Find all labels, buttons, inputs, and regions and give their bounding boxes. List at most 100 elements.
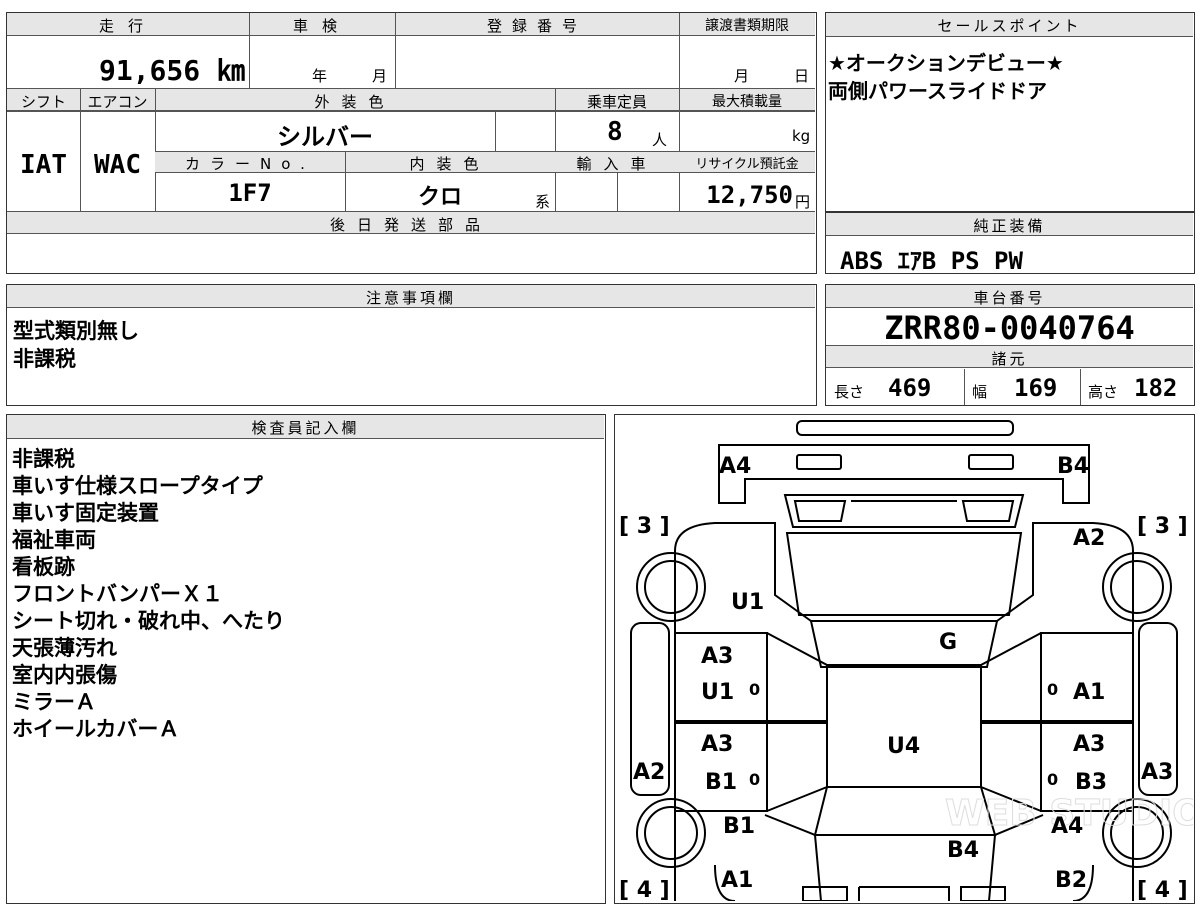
divider bbox=[1080, 369, 1081, 405]
mark-u1-hood: U1 bbox=[731, 590, 764, 615]
divider bbox=[617, 173, 618, 211]
capacity-value: 8 bbox=[607, 117, 623, 147]
mark-zero-lr: 0 bbox=[749, 770, 760, 789]
tire-fr bbox=[1102, 552, 1172, 622]
recycle-fee-value: 12,750 bbox=[706, 181, 793, 209]
mark-a4-rear: A4 bbox=[1051, 814, 1083, 839]
hood bbox=[785, 532, 1023, 616]
windshield bbox=[809, 620, 999, 668]
inspector-line: 非課税 bbox=[12, 447, 75, 471]
mark-zero-rf: 0 bbox=[1047, 680, 1058, 699]
sales-point-line: 両側パワースライドドア bbox=[828, 79, 1047, 103]
door-rf bbox=[1040, 632, 1134, 722]
notes-header: 注意事項欄 bbox=[7, 285, 815, 308]
mark-a3-lr: A3 bbox=[701, 732, 733, 757]
vehicle-info-table: 走行 車検 登録番号 譲渡書類期限 91,656 ㎞ 年 月 月 日 シフト エ… bbox=[6, 12, 817, 274]
inspection-label: 車検 bbox=[292, 17, 351, 35]
recycle-label: リサイクル預託金 bbox=[695, 157, 799, 172]
mark-zero-lf: 0 bbox=[749, 680, 760, 699]
equipment-box: 純正装備 ABS ｴｱB PS PW bbox=[825, 212, 1195, 275]
inspector-header: 検査員記入欄 bbox=[7, 415, 604, 439]
mark-a4: A4 bbox=[719, 454, 751, 479]
note-line: 型式類別無し bbox=[13, 319, 139, 343]
chassis-number: ZRR80-0040764 bbox=[884, 309, 1135, 347]
sales-points-box: セールスポイント ★オークションデビュー★ 両側パワースライドドア bbox=[825, 12, 1195, 212]
shift-label: シフト bbox=[20, 93, 66, 111]
mark-b3-rr: B3 bbox=[1075, 770, 1107, 795]
tire-rl bbox=[636, 798, 706, 868]
divider bbox=[555, 89, 556, 211]
mark-a3-lf: A3 bbox=[701, 644, 733, 669]
length-value: 469 bbox=[888, 374, 932, 402]
mark-zero-rr: 0 bbox=[1047, 770, 1058, 789]
sales-point-line: ★オークションデビュー★ bbox=[828, 51, 1064, 75]
height-label: 高さ bbox=[1088, 383, 1119, 401]
headlight-left bbox=[796, 454, 842, 470]
mark-b4-rear: B4 bbox=[947, 838, 979, 863]
mark-tire-fr: [ 3 ] bbox=[1137, 514, 1188, 539]
month-unit: 月 bbox=[372, 67, 388, 85]
deadline-day-unit: 日 bbox=[794, 67, 810, 85]
capacity-unit: 人 bbox=[652, 131, 668, 149]
color-no-value: 1F7 bbox=[228, 179, 272, 207]
inspector-line: シート切れ・破れ中、へたり bbox=[12, 609, 285, 633]
divider bbox=[679, 13, 680, 88]
mark-tire-fl: [ 3 ] bbox=[619, 514, 670, 539]
length-label: 長さ bbox=[834, 383, 865, 401]
exterior-color-value: シルバー bbox=[277, 123, 373, 151]
roof-bar bbox=[796, 420, 1014, 436]
inspector-line: 室内内張傷 bbox=[12, 663, 117, 687]
mark-b4-top: B4 bbox=[1057, 454, 1089, 479]
width-label: 幅 bbox=[972, 383, 988, 401]
roof bbox=[826, 664, 982, 788]
inspector-line: 天張薄汚れ bbox=[12, 636, 117, 660]
deadline-month-unit: 月 bbox=[734, 67, 750, 85]
transfer-deadline-label: 譲渡書類期限 bbox=[705, 18, 789, 34]
inspector-line: 福祉車両 bbox=[12, 528, 96, 552]
later-parts-label: 後日発送部品 bbox=[329, 216, 492, 234]
inspector-box: 検査員記入欄 非課税 車いす仕様スロープタイプ 車いす固定装置 福祉車両 看板跡… bbox=[6, 414, 606, 904]
inspector-line: 車いす仕様スロープタイプ bbox=[12, 474, 263, 498]
mark-tire-rl: [ 4 ] bbox=[619, 878, 670, 901]
tire-fl bbox=[636, 552, 706, 622]
mark-b2-rear: B2 bbox=[1055, 868, 1087, 893]
specs-header: 諸元 bbox=[826, 345, 1193, 368]
mark-u4: U4 bbox=[887, 734, 920, 759]
divider bbox=[249, 13, 250, 88]
width-value: 169 bbox=[1014, 374, 1058, 402]
inspector-line: ミラーＡ bbox=[12, 690, 96, 714]
yen-unit: 円 bbox=[795, 193, 811, 211]
shift-value: IAT bbox=[20, 150, 67, 180]
height-value: 182 bbox=[1134, 374, 1178, 402]
sales-points-header: セールスポイント bbox=[826, 13, 1193, 37]
registration-label: 登録番号 bbox=[486, 17, 587, 35]
divider bbox=[495, 111, 496, 151]
inspector-line: 看板跡 bbox=[12, 555, 75, 579]
mark-a1-rear: A1 bbox=[721, 868, 753, 893]
mark-a3-rr: A3 bbox=[1073, 732, 1105, 757]
inspector-line: フロントバンパーＸ１ bbox=[12, 582, 224, 606]
mark-g: G bbox=[939, 630, 957, 655]
inspector-line: ホイールカバーＡ bbox=[12, 717, 180, 741]
capacity-label: 乗車定員 bbox=[586, 93, 647, 111]
mark-u1-lf: U1 bbox=[701, 680, 734, 705]
exterior-color-label: 外装色 bbox=[314, 93, 396, 111]
mark-tire-rr: [ 4 ] bbox=[1137, 878, 1188, 901]
divider bbox=[395, 13, 396, 88]
headlight-right bbox=[968, 454, 1014, 470]
car-diagram-box: WEB STUDIO A4 B4 [ 3 ] [ 3 ] A2 U1 G A3 … bbox=[614, 414, 1195, 904]
notes-box: 注意事項欄 型式類別無し 非課税 bbox=[6, 284, 817, 406]
ac-label: エアコン bbox=[87, 93, 148, 111]
equipment-header: 純正装備 bbox=[826, 213, 1193, 236]
mark-a3-right: A3 bbox=[1141, 760, 1173, 785]
interior-suffix: 系 bbox=[535, 193, 551, 211]
ac-value: WAC bbox=[94, 150, 141, 180]
mileage-value: 91,656 ㎞ bbox=[98, 54, 245, 87]
divider bbox=[7, 111, 815, 112]
max-load-unit: kg bbox=[792, 127, 811, 145]
mark-b1-lr: B1 bbox=[705, 770, 737, 795]
year-unit: 年 bbox=[312, 67, 328, 85]
chassis-box: 車台番号 ZRR80-0040764 諸元 長さ 469 幅 169 高さ 18… bbox=[825, 284, 1195, 406]
grille bbox=[783, 494, 1025, 528]
interior-color-value: クロ bbox=[417, 185, 462, 210]
